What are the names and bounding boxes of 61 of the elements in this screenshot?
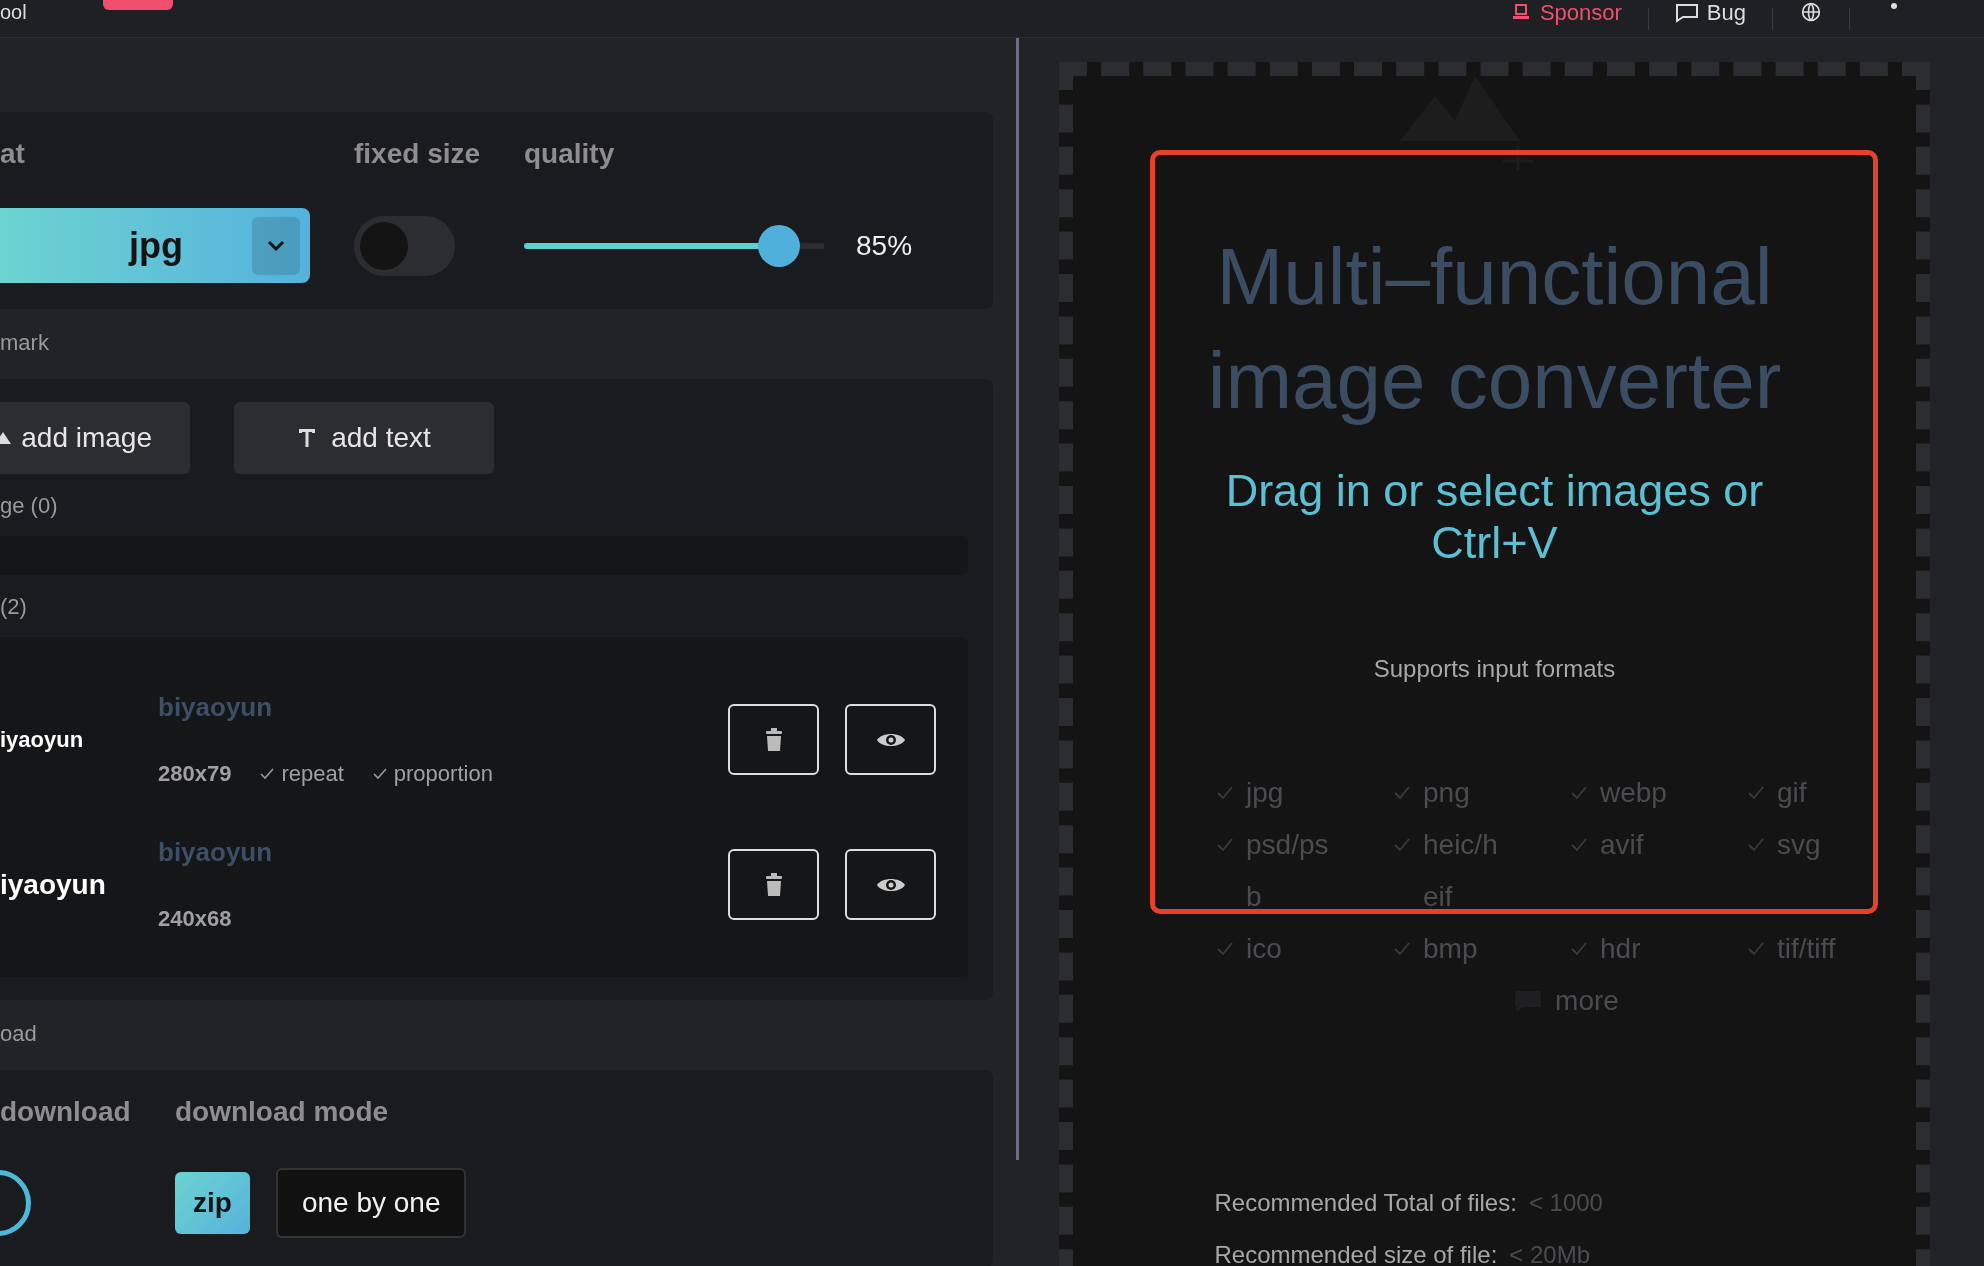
download-mode-button[interactable]: one by one: [275, 1168, 467, 1238]
watermark-option: repeat: [259, 761, 344, 787]
download-mode-label: download mode: [175, 1096, 390, 1128]
drop-hint: Drag in or select images or Ctrl+V: [1224, 465, 1765, 569]
format-name: avif: [1600, 829, 1644, 861]
format-name: bmp: [1423, 933, 1478, 965]
text-icon: [297, 427, 318, 449]
watermark-option: proportion: [371, 761, 493, 787]
fixed-size-label: fixed size: [354, 138, 482, 170]
delete-button[interactable]: [728, 849, 819, 920]
group-title: (2): [0, 593, 28, 621]
preview-button[interactable]: [845, 704, 936, 775]
format-name: webp: [1600, 777, 1667, 809]
trash-icon: [763, 727, 784, 752]
logo-text: ool: [0, 1, 27, 22]
group-title: ge (0): [0, 492, 59, 520]
check-icon: [371, 767, 388, 781]
add-image-button[interactable]: add image: [0, 402, 190, 474]
delete-button[interactable]: [728, 704, 819, 775]
format-name: ico: [1246, 933, 1282, 965]
chat-icon: [1674, 2, 1699, 23]
format-name: tif/tiff: [1777, 933, 1836, 965]
format-name: gif: [1777, 777, 1807, 809]
watermark-name: biyaoyun: [158, 837, 274, 868]
download-label: download: [0, 1096, 132, 1128]
add-text-button[interactable]: add text: [234, 402, 494, 474]
trash-icon: [763, 872, 784, 897]
format-name: b: [1246, 881, 1262, 913]
download-mode-button[interactable]: zip: [175, 1172, 250, 1234]
format-name: psd/ps: [1246, 829, 1329, 861]
limit-value: < 1000: [1528, 1189, 1603, 1217]
limit-label: Recommended size of file:: [1214, 1241, 1498, 1266]
section-title: mark: [0, 329, 50, 357]
limit-label: Recommended Total of files:: [1214, 1189, 1517, 1217]
format-name: heic/h: [1423, 829, 1498, 861]
bug-link[interactable]: Bug: [1674, 1, 1746, 24]
title: Multi–functional image converter: [1206, 231, 1783, 427]
badge: [102, 0, 173, 10]
formats-heading: Supports input formats: [1373, 655, 1616, 683]
format-name: hdr: [1600, 933, 1641, 965]
quality-value: 85%: [856, 229, 913, 262]
format-name: png: [1423, 777, 1470, 809]
check-icon: [259, 767, 276, 781]
format-name: jpg: [1246, 777, 1284, 809]
globe-icon[interactable]: [1799, 1, 1823, 22]
format-name: svg: [1777, 829, 1821, 861]
watermark-name: biyaoyun: [158, 692, 274, 723]
watermark-preview: iyaoyun: [0, 726, 84, 752]
watermark-size: 280x79: [158, 761, 232, 787]
drop-zone[interactable]: [1059, 62, 1930, 1266]
format-label: at: [0, 138, 26, 170]
format-name: eif: [1423, 881, 1453, 913]
format-select[interactable]: jpg: [0, 208, 310, 283]
watermark-preview: iyaoyun: [0, 868, 106, 900]
sponsor-link[interactable]: Sponsor: [1509, 1, 1622, 24]
quality-label: quality: [524, 138, 616, 170]
caret-icon: [266, 238, 286, 253]
limit-value: < 20Mb: [1509, 1241, 1590, 1266]
section-title: oad: [0, 1020, 38, 1048]
watermark-size: 240x68: [158, 906, 232, 932]
preview-button[interactable]: [845, 849, 936, 920]
